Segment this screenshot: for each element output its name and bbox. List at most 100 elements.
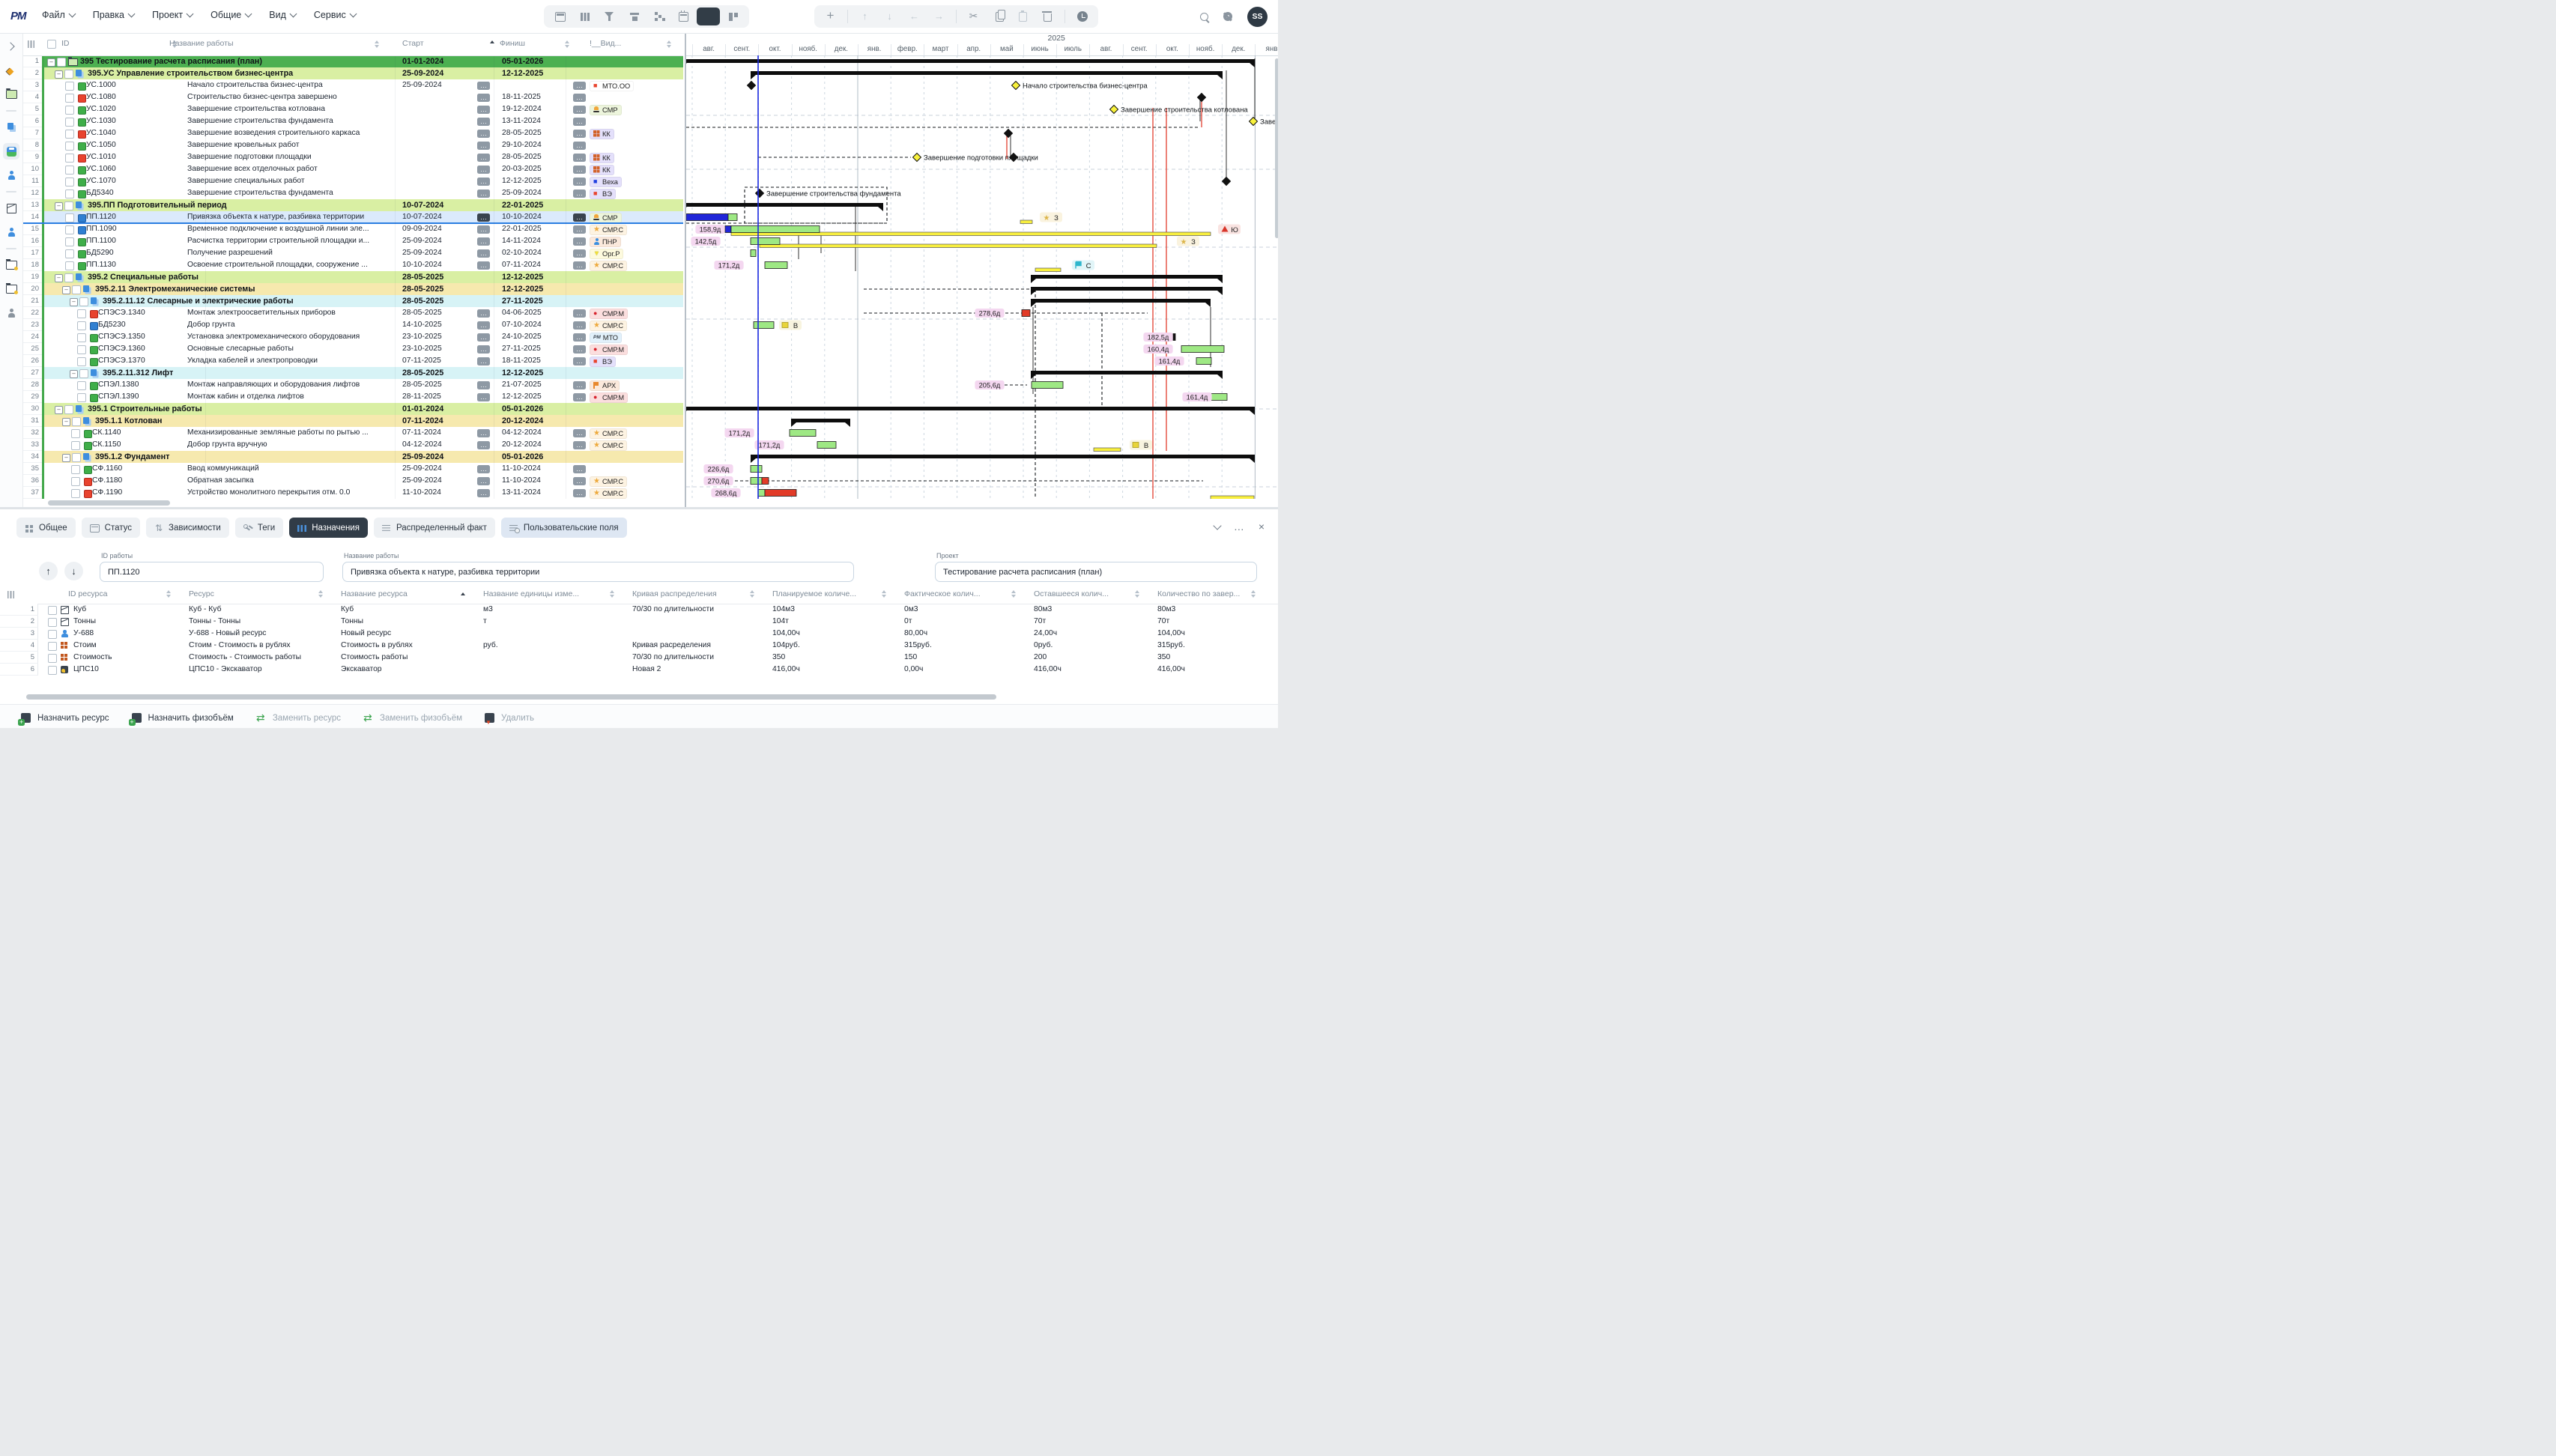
table-row-task[interactable]: 11УС.1070Завершение специальных работ…12…: [22, 175, 683, 187]
finish-date-picker-button[interactable]: …: [573, 333, 586, 342]
finish-date-picker-button[interactable]: …: [573, 309, 586, 318]
columns-button[interactable]: [573, 7, 596, 25]
resource-column-header[interactable]: Название ресурса: [341, 589, 465, 598]
resource-row[interactable]: 6ЦПС10ЦПС10 - ЭкскаваторЭкскаваторНовая …: [0, 664, 1278, 676]
arrow-right-button[interactable]: [927, 7, 951, 25]
cut-button[interactable]: [962, 7, 985, 25]
table-row-task[interactable]: 8УС.1050Завершение кровельных работ…29-1…: [22, 139, 683, 151]
table-row-group[interactable]: 13–395.ПП Подготовительный период10-07-2…: [22, 199, 683, 211]
tab-Пользовательские поля[interactable]: Пользовательские поля: [501, 518, 627, 538]
table-row-group[interactable]: 34–395.1.2 Фундамент25-09-202405-01-2026: [22, 451, 683, 463]
collapse-box[interactable]: –: [55, 70, 63, 79]
table-row-task[interactable]: 23БД5230Добор грунта14-10-2025…07-10-202…: [22, 319, 683, 331]
action-Удалить[interactable]: Удалить: [485, 713, 534, 723]
menu-Правка[interactable]: Правка: [85, 4, 142, 25]
finish-date-picker-button[interactable]: …: [573, 489, 586, 497]
sidebar-item-folder-yellow-2[interactable]: [3, 281, 19, 297]
column-header-name[interactable]: Название работы: [169, 39, 234, 48]
tab-Назначения[interactable]: Назначения: [289, 518, 368, 538]
row-checkbox[interactable]: [77, 321, 86, 330]
resource-column-header[interactable]: Планируемое количе...: [772, 589, 886, 598]
gantt-canvas[interactable]: Начало строительства бизнес-центраЗаверш…: [686, 55, 1278, 503]
row-checkbox[interactable]: [65, 213, 74, 222]
menu-Вид[interactable]: Вид: [261, 4, 303, 25]
plus-button[interactable]: [819, 7, 842, 25]
row-checkbox[interactable]: [71, 489, 80, 498]
finish-date-picker-button[interactable]: …: [573, 381, 586, 389]
start-date-picker-button[interactable]: …: [477, 130, 490, 138]
gear-icon[interactable]: [1223, 12, 1232, 21]
finish-date-picker-button[interactable]: …: [573, 225, 586, 234]
row-checkbox[interactable]: [79, 369, 88, 378]
finish-date-picker-button[interactable]: …: [573, 142, 586, 150]
prev-row-button[interactable]: ↑: [39, 562, 58, 580]
resource-column-header[interactable]: Ресурс: [189, 589, 323, 598]
table-row-task[interactable]: 35СФ.1160Ввод коммуникаций25-09-2024…11-…: [22, 463, 683, 475]
row-checkbox[interactable]: [65, 178, 74, 186]
resource-column-header[interactable]: Количество по завер...: [1157, 589, 1256, 598]
table-row-task[interactable]: 24СПЭСЭ.1350Установка электромеханическо…: [22, 331, 683, 343]
table-row-task[interactable]: 32СК.1140Механизированные земляные работ…: [22, 427, 683, 439]
start-date-picker-button[interactable]: …: [477, 225, 490, 234]
start-date-picker-button[interactable]: …: [477, 333, 490, 342]
resource-column-header[interactable]: Название единицы изме...: [483, 589, 614, 598]
table-row-task[interactable]: 33СК.1150Добор грунта вручную04-12-2024……: [22, 439, 683, 451]
table-row-group[interactable]: 1–395 Тестирование расчета расписания (п…: [22, 55, 683, 67]
finish-date-picker-button[interactable]: …: [573, 130, 586, 138]
start-date-picker-button[interactable]: …: [477, 465, 490, 473]
next-row-button[interactable]: ↓: [64, 562, 83, 580]
table-row-group[interactable]: 31–395.1.1 Котлован07-11-202420-12-2024: [22, 415, 683, 427]
work-name-input[interactable]: [342, 562, 854, 582]
resource-row[interactable]: 2ТонныТонны - ТонныТонныт104т0т70т70т: [0, 616, 1278, 628]
finish-date-picker-button[interactable]: …: [573, 441, 586, 449]
sidebar-item-copy-blue[interactable]: [3, 119, 19, 136]
sidebar-item-folder-green[interactable]: [3, 86, 19, 103]
row-checkbox[interactable]: [64, 70, 73, 79]
panel-hscrollbar-thumb[interactable]: [26, 694, 996, 700]
row-checkbox[interactable]: [65, 94, 74, 103]
finish-date-picker-button[interactable]: …: [573, 249, 586, 258]
table-button[interactable]: [548, 7, 572, 25]
collapse-box[interactable]: –: [62, 286, 70, 294]
table-row-task[interactable]: 3УС.1000Начало строительства бизнес-цент…: [22, 79, 683, 91]
table-row-group[interactable]: 27–395.2.11.312 Лифт28-05-202512-12-2025: [22, 367, 683, 379]
row-checkbox[interactable]: [65, 166, 74, 175]
collapse-box[interactable]: –: [55, 202, 63, 210]
row-checkbox[interactable]: [65, 261, 74, 270]
column-header-start[interactable]: Старт: [402, 39, 424, 48]
start-date-picker-button[interactable]: …: [477, 393, 490, 401]
paste-button[interactable]: [1011, 7, 1035, 25]
worktable-hscrollbar-thumb[interactable]: [48, 500, 170, 506]
row-checkbox[interactable]: [48, 606, 57, 615]
resource-row[interactable]: 4СтоимСтоим - Стоимость в рубляхСтоимост…: [0, 640, 1278, 652]
finish-date-picker-button[interactable]: …: [573, 321, 586, 330]
column-header-finish[interactable]: Финиш: [500, 39, 525, 48]
finish-date-picker-button[interactable]: …: [573, 477, 586, 485]
project-input[interactable]: [935, 562, 1257, 582]
row-checkbox[interactable]: [64, 201, 73, 210]
sidebar-item-diamond[interactable]: [3, 62, 19, 79]
table-row-group[interactable]: 20–395.2.11 Электромеханические системы2…: [22, 283, 683, 295]
start-date-picker-button[interactable]: …: [477, 381, 490, 389]
sidebar-item-person-arrow[interactable]: [3, 167, 19, 183]
row-checkbox[interactable]: [65, 154, 74, 163]
finish-date-picker-button[interactable]: …: [573, 106, 586, 114]
row-checkbox[interactable]: [77, 333, 86, 342]
action-Заменить физобъём[interactable]: Заменить физобъём: [363, 713, 462, 723]
collapse-box[interactable]: –: [62, 454, 70, 462]
row-checkbox[interactable]: [48, 654, 57, 663]
row-checkbox[interactable]: [65, 189, 74, 198]
columns-menu-icon[interactable]: [28, 40, 34, 48]
sidebar-item-chevron-right[interactable]: [3, 38, 19, 55]
table-row-task[interactable]: 5УС.1020Завершение строительства котлова…: [22, 103, 683, 115]
arrow-up-button[interactable]: [853, 7, 876, 25]
table-row-task[interactable]: 37СФ.1190Устройство монолитного перекрыт…: [22, 487, 683, 499]
start-date-picker-button[interactable]: …: [477, 142, 490, 150]
row-checkbox[interactable]: [77, 381, 86, 390]
column-header-kind[interactable]: !__Вид...: [590, 39, 621, 48]
table-row-task[interactable]: 10УС.1060Завершение всех отделочных рабо…: [22, 163, 683, 175]
table-row-task[interactable]: 29СПЭЛ.1390Монтаж кабин и отделка лифтов…: [22, 391, 683, 403]
collapse-box[interactable]: –: [70, 298, 78, 306]
start-date-picker-button[interactable]: …: [477, 321, 490, 330]
table-row-task[interactable]: 17БД5290Получение разрешений25-09-2024…0…: [22, 247, 683, 259]
